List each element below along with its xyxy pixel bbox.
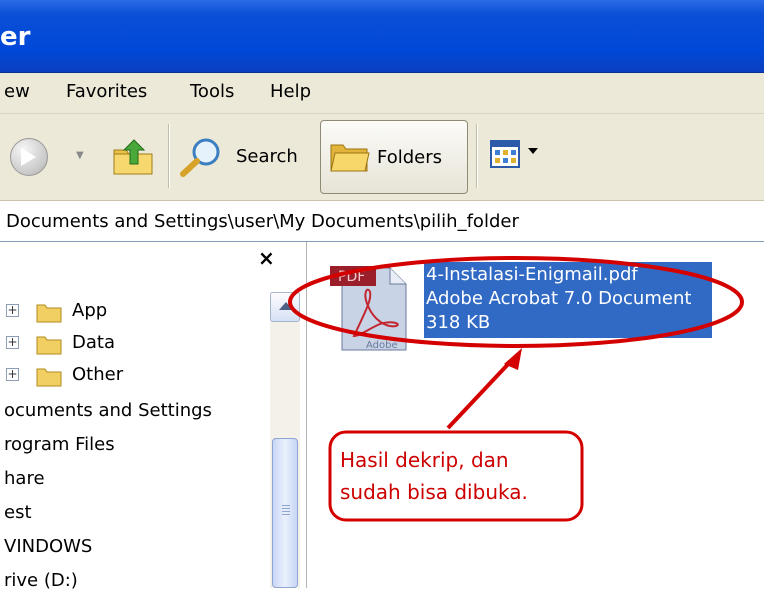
callout-arrowhead xyxy=(504,348,522,370)
callout-line: Hasil dekrip, dan xyxy=(340,448,509,472)
folder-icon xyxy=(36,336,62,355)
menu-view[interactable]: ew xyxy=(4,81,30,102)
menu-tools[interactable]: Tools xyxy=(190,81,234,102)
title-bar: er xyxy=(0,0,764,73)
expand-icon[interactable]: + xyxy=(6,336,19,349)
folders-pane: × + App + Data + Other ocuments and Sett… xyxy=(0,242,307,591)
tree-label: hare xyxy=(4,468,45,489)
toolbar-separator xyxy=(168,124,169,188)
file-size: 318 KB xyxy=(426,312,491,333)
file-type: Adobe Acrobat 7.0 Document xyxy=(426,288,692,309)
forward-dropdown-icon[interactable]: ▼ xyxy=(76,150,84,161)
forward-button[interactable] xyxy=(10,138,48,176)
scroll-up-button[interactable] xyxy=(270,292,300,322)
menu-help[interactable]: Help xyxy=(270,81,311,102)
callout-line: sudah bisa dibuka. xyxy=(340,480,528,504)
expand-icon[interactable]: + xyxy=(6,368,19,381)
menu-favorites[interactable]: Favorites xyxy=(66,81,147,102)
callout-arrow xyxy=(446,358,514,430)
menu-bar: ew Favorites Tools Help xyxy=(0,73,764,114)
tree-label: Data xyxy=(72,332,115,353)
tree-label: Other xyxy=(72,364,124,385)
toolbar: ▼ Search Folders xyxy=(0,114,764,201)
tree-label: App xyxy=(72,300,108,321)
tree-label: ocuments and Settings xyxy=(4,400,212,421)
expand-icon[interactable]: + xyxy=(6,304,19,317)
pdf-icon-brand: Adobe xyxy=(366,340,398,351)
views-dropdown-icon xyxy=(528,148,538,154)
file-name[interactable]: 4-Instalasi-Enigmail.pdf xyxy=(426,264,638,285)
tree-label: rogram Files xyxy=(4,434,115,455)
address-bar[interactable]: Documents and Settings\user\My Documents… xyxy=(0,201,764,242)
close-pane-icon[interactable]: × xyxy=(258,246,275,270)
tree-label: VINDOWS xyxy=(4,536,93,557)
views-icon xyxy=(490,140,520,168)
folders-label: Folders xyxy=(377,147,443,168)
window-title: er xyxy=(0,22,31,52)
folder-icon xyxy=(36,368,62,387)
pdf-icon-text: PDF xyxy=(338,269,365,285)
scrollbar-thumb[interactable] xyxy=(272,438,298,588)
address-path[interactable]: Documents and Settings\user\My Documents… xyxy=(6,211,519,232)
toolbar-separator xyxy=(476,124,477,188)
up-folder-icon[interactable] xyxy=(112,136,156,176)
callout-text: Hasil dekrip, dan sudah bisa dibuka. xyxy=(340,444,528,508)
search-label: Search xyxy=(236,146,298,167)
tree-label: est xyxy=(4,502,32,523)
pdf-file-icon[interactable]: PDF Adobe xyxy=(330,262,412,354)
views-button[interactable] xyxy=(486,136,556,176)
folder-icon xyxy=(36,304,62,323)
folders-button[interactable]: Folders xyxy=(320,120,468,194)
search-icon xyxy=(180,138,220,177)
grip-icon xyxy=(282,505,290,506)
folders-icon xyxy=(330,144,370,172)
